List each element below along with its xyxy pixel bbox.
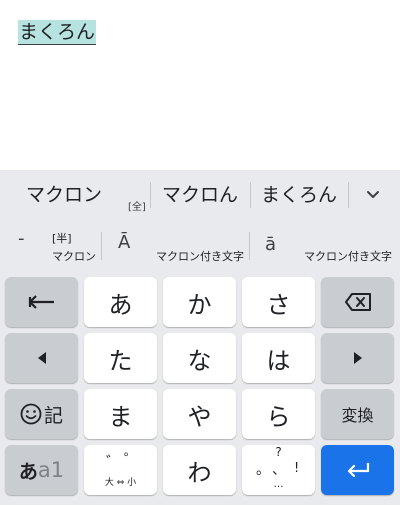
suggestion-main: Ā [118, 232, 131, 253]
suggestion-3[interactable]: ā マクロン付き文字 [251, 222, 400, 270]
composing-text: まくろん [18, 20, 97, 45]
dakuten-mark: ゛ [106, 453, 122, 471]
enter-key[interactable] [321, 445, 394, 495]
suggestion-sub: マクロン付き文字 [304, 250, 392, 263]
punct-exclaim: ! [294, 461, 300, 476]
candidate-divider [150, 182, 151, 208]
punct-question: ? [275, 445, 282, 459]
dakuten-key[interactable]: ゛ ゜ 大 ⇔ 小 [84, 445, 157, 495]
candidate-divider [250, 182, 251, 208]
suggestion-1[interactable]: - [半] マクロン [0, 222, 100, 270]
candidate-divider [348, 182, 349, 208]
triangle-right-icon [353, 352, 362, 364]
text-editor[interactable]: まくろん [0, 0, 400, 170]
candidate-label: まくろん [260, 184, 337, 206]
suggestion-divider [249, 232, 250, 260]
suggestion-tag: [半] [52, 232, 72, 245]
suggestion-sub: マクロン [52, 250, 96, 263]
key-ta-row[interactable]: た [84, 333, 157, 383]
emoji-symbol-key[interactable]: 記 [5, 389, 78, 439]
mode-label-kana: あ [18, 460, 38, 483]
japanese-keyboard: マクロン [全] マクロん まくろん - [半] マクロン Ā マクロン付き文字… [0, 170, 400, 505]
candidate-tag-fullwidth: [全] [128, 202, 146, 213]
key-ra-row[interactable]: ら [242, 389, 315, 439]
suggestion-main: - [18, 228, 25, 249]
chevron-down-icon[interactable] [362, 184, 384, 206]
candidate-1[interactable]: マクロン [14, 170, 114, 220]
smiley-icon [20, 403, 42, 425]
candidate-2[interactable]: マクロん [152, 170, 248, 220]
candidate-3[interactable]: まくろん [252, 170, 346, 220]
punct-period: 。 [256, 462, 270, 478]
suggestion-2[interactable]: Ā マクロン付き文字 [103, 222, 247, 270]
size-toggle-label: 大 ⇔ 小 [104, 478, 137, 488]
suggestion-main: ā [265, 234, 277, 255]
cursor-right-key[interactable] [321, 333, 394, 383]
suggestion-divider [101, 232, 102, 260]
candidate-label: マクロン [25, 184, 102, 206]
convert-key[interactable]: 変換 [321, 389, 394, 439]
cursor-left-key[interactable] [5, 333, 78, 383]
punct-comma: 、 [272, 462, 286, 478]
undo-key[interactable] [5, 277, 78, 327]
mode-label-alpha: a1 [37, 458, 65, 482]
handakuten-mark: ゜ [124, 451, 140, 469]
backspace-icon [344, 293, 371, 311]
key-a-row[interactable]: あ [84, 277, 157, 327]
punct-ellipsis: … [273, 479, 284, 490]
candidate-bar: マクロン [全] マクロん まくろん [0, 170, 400, 222]
undo-arrow-icon [28, 295, 54, 309]
key-ha-row[interactable]: は [242, 333, 315, 383]
triangle-left-icon [37, 352, 46, 364]
candidate-label: マクロん [161, 184, 238, 206]
input-mode-key[interactable]: あ a1 [5, 445, 78, 495]
emoji-key-label: 記 [43, 404, 63, 427]
enter-arrow-icon [347, 463, 369, 478]
key-na-row[interactable]: な [163, 333, 236, 383]
key-wa-row[interactable]: わ [163, 445, 236, 495]
suggestion-sub: マクロン付き文字 [156, 250, 244, 263]
key-ma-row[interactable]: ま [84, 389, 157, 439]
key-ya-row[interactable]: や [163, 389, 236, 439]
key-sa-row[interactable]: さ [242, 277, 315, 327]
suggestion-bar: - [半] マクロン Ā マクロン付き文字 ā マクロン付き文字 [0, 222, 400, 270]
key-ka-row[interactable]: か [163, 277, 236, 327]
punctuation-key[interactable]: ? 。 、 ! … [242, 445, 315, 495]
backspace-key[interactable] [321, 277, 394, 327]
